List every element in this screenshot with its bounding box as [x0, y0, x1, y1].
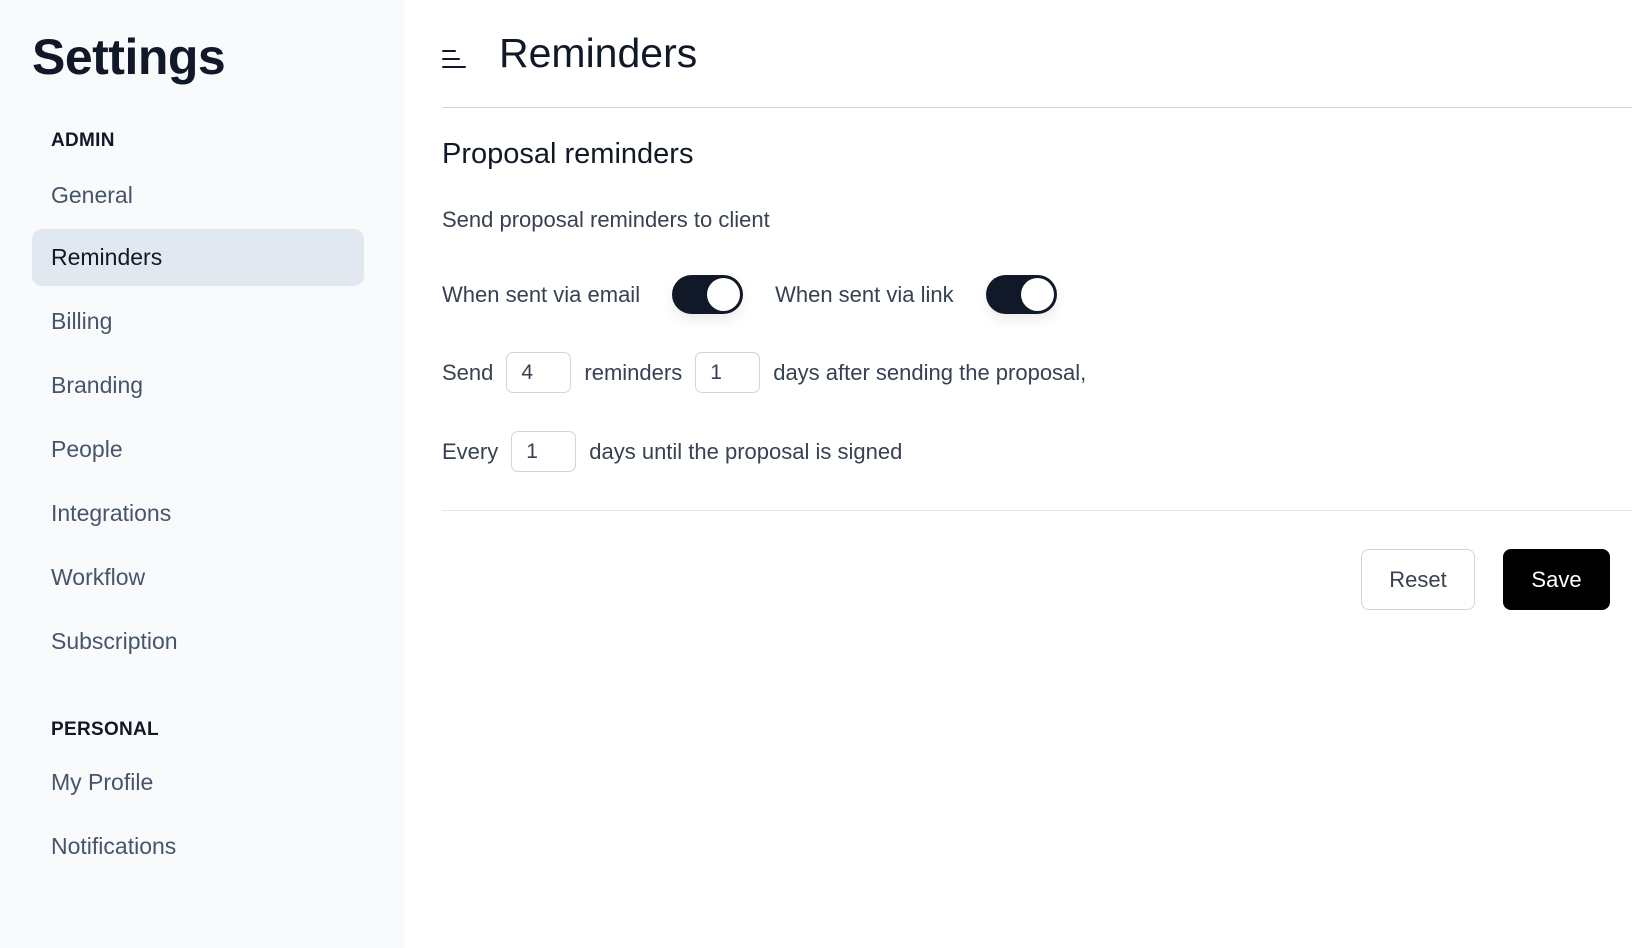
- every-label: Every: [442, 438, 499, 464]
- email-toggle-label: When sent via email: [442, 281, 641, 307]
- sidebar: Settings ADMIN General Reminders Billing…: [0, 0, 404, 948]
- days-after-label: days after sending the proposal,: [773, 359, 1087, 385]
- sidebar-item-workflow[interactable]: Workflow: [32, 549, 364, 606]
- sidebar-item-subscription[interactable]: Subscription: [32, 613, 364, 670]
- send-label: Send: [442, 359, 494, 385]
- toggle-row: When sent via email When sent via link: [442, 275, 1057, 314]
- sidebar-item-notifications[interactable]: Notifications: [32, 818, 364, 875]
- sidebar-item-reminders[interactable]: Reminders: [32, 229, 364, 286]
- section-description: Send proposal reminders to client: [442, 207, 770, 232]
- sidebar-item-my-profile[interactable]: My Profile: [32, 754, 364, 811]
- section-divider: [442, 510, 1632, 511]
- toggle-knob: [1020, 278, 1054, 311]
- email-toggle[interactable]: [672, 275, 744, 314]
- page-title: Reminders: [499, 30, 698, 76]
- every-row: Every days until the proposal is signed: [442, 431, 902, 472]
- link-toggle-label: When sent via link: [775, 281, 954, 307]
- toggle-knob: [707, 278, 741, 311]
- reminder-count-input[interactable]: [506, 352, 572, 393]
- save-button[interactable]: Save: [1503, 549, 1610, 610]
- section-title: Proposal reminders: [442, 138, 694, 170]
- sidebar-item-billing[interactable]: Billing: [32, 293, 364, 350]
- reset-button[interactable]: Reset: [1361, 549, 1475, 610]
- sidebar-item-branding[interactable]: Branding: [32, 357, 364, 414]
- send-row: Send reminders days after sending the pr…: [442, 352, 1086, 393]
- sidebar-item-integrations[interactable]: Integrations: [32, 485, 364, 542]
- sidebar-title: Settings: [32, 29, 226, 85]
- section-label-admin: ADMIN: [51, 130, 115, 151]
- menu-icon[interactable]: [442, 48, 468, 70]
- reminders-label: reminders: [584, 359, 683, 385]
- sidebar-item-general[interactable]: General: [32, 167, 364, 224]
- header-divider: [442, 107, 1632, 108]
- sidebar-item-people[interactable]: People: [32, 421, 364, 478]
- link-toggle[interactable]: [985, 275, 1057, 314]
- main-content: Reminders Proposal reminders Send propos…: [404, 0, 1632, 948]
- section-label-personal: PERSONAL: [51, 719, 159, 740]
- days-after-input[interactable]: [695, 352, 761, 393]
- interval-days-input[interactable]: [511, 431, 577, 472]
- interval-label: days until the proposal is signed: [589, 438, 903, 464]
